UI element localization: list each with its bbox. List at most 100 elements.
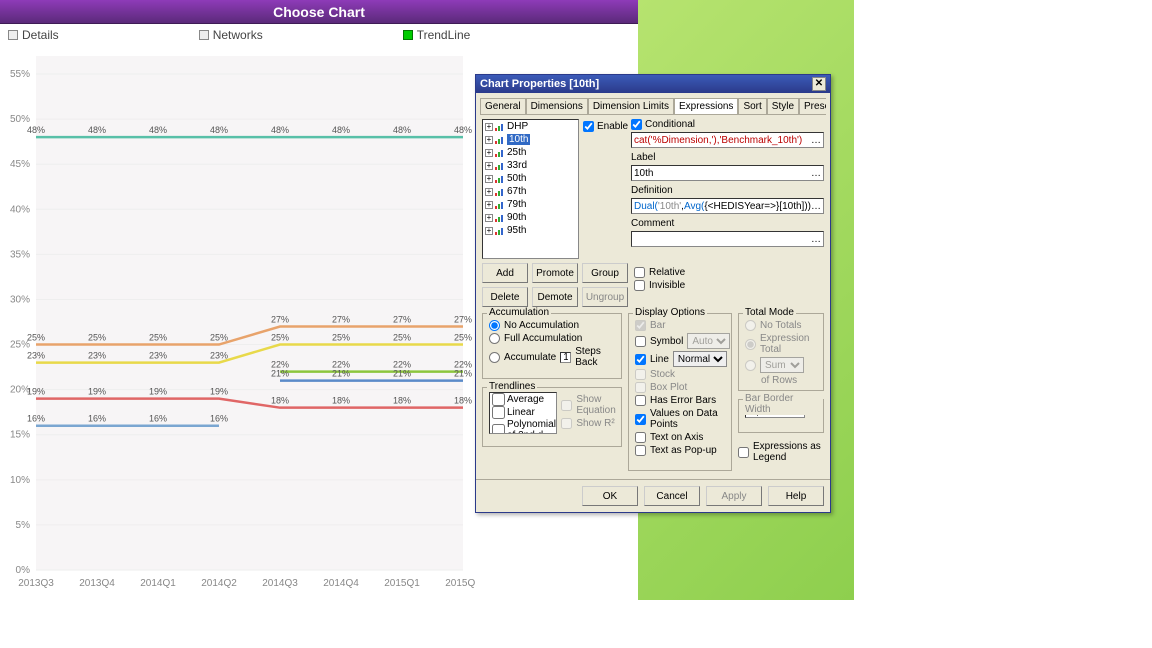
tab-box-icon (8, 30, 18, 40)
svg-text:23%: 23% (27, 351, 45, 361)
line-checkbox[interactable]: Line Normal (635, 351, 727, 367)
svg-text:16%: 16% (149, 414, 167, 424)
label-input[interactable]: 10th… (631, 165, 824, 181)
add-button[interactable]: Add (482, 263, 528, 283)
trendline-option[interactable]: Average (490, 393, 556, 406)
text-as-popup-checkbox[interactable]: Text as Pop-up (635, 445, 727, 456)
ungroup-button[interactable]: Ungroup (582, 287, 628, 307)
svg-text:48%: 48% (210, 125, 228, 135)
box-plot-checkbox: Box Plot (635, 382, 727, 393)
svg-text:25%: 25% (88, 333, 106, 343)
symbol-checkbox[interactable]: Symbol Auto (635, 333, 727, 349)
values-on-data-points-checkbox[interactable]: Values on Data Points (635, 408, 727, 430)
svg-text:50%: 50% (10, 114, 30, 125)
expand-icon[interactable]: + (485, 201, 493, 209)
expression-item[interactable]: +90th (483, 211, 578, 224)
text-on-axis-checkbox[interactable]: Text on Axis (635, 432, 727, 443)
expressions-as-legend-checkbox[interactable]: Expressions as Legend (738, 441, 824, 463)
dialog-tab-expressions[interactable]: Expressions (674, 98, 738, 115)
tab-trendline[interactable]: TrendLine (403, 28, 471, 42)
expand-icon[interactable]: + (485, 149, 493, 157)
has-error-bars-checkbox[interactable]: Has Error Bars (635, 395, 727, 406)
demote-button[interactable]: Demote (532, 287, 578, 307)
chart-properties-dialog: Chart Properties [10th] ✕ GeneralDimensi… (475, 74, 831, 513)
tab-networks[interactable]: Networks (199, 28, 263, 42)
svg-text:27%: 27% (332, 315, 350, 325)
promote-button[interactable]: Promote (532, 263, 578, 283)
expand-icon[interactable]: + (485, 188, 493, 196)
dialog-tab-style[interactable]: Style (767, 98, 799, 114)
svg-text:2014Q3: 2014Q3 (262, 578, 298, 589)
dialog-titlebar[interactable]: Chart Properties [10th] ✕ (476, 75, 830, 93)
expression-item[interactable]: +79th (483, 198, 578, 211)
dialog-tab-general[interactable]: General (480, 98, 526, 114)
svg-text:16%: 16% (88, 414, 106, 424)
cancel-button[interactable]: Cancel (644, 486, 700, 506)
help-button[interactable]: Help (768, 486, 824, 506)
expand-icon[interactable]: + (485, 162, 493, 170)
dialog-footer: OK Cancel Apply Help (476, 479, 830, 512)
expression-item[interactable]: +25th (483, 146, 578, 159)
full-accumulation-radio[interactable]: Full Accumulation (489, 333, 617, 344)
no-accumulation-radio[interactable]: No Accumulation (489, 320, 617, 331)
tab-details[interactable]: Details (8, 28, 59, 42)
expand-icon[interactable]: + (485, 123, 493, 131)
trendlines-group: Trendlines AverageLinearPolynomial of 2n… (482, 387, 622, 447)
ok-button[interactable]: OK (582, 486, 638, 506)
svg-text:40%: 40% (10, 204, 30, 215)
trendline-option[interactable]: Polynomial of 2nd d… (490, 419, 556, 434)
close-icon[interactable]: ✕ (812, 77, 826, 91)
chart-mini-icon (495, 175, 505, 183)
expand-icon[interactable]: + (485, 136, 493, 144)
svg-text:25%: 25% (454, 333, 472, 343)
tab-label: TrendLine (417, 28, 471, 42)
relative-checkbox[interactable]: Relative (634, 267, 685, 278)
svg-text:48%: 48% (27, 125, 45, 135)
invisible-checkbox[interactable]: Invisible (634, 280, 685, 291)
expression-list[interactable]: +DHP+10th+25th+33rd+50th+67th+79th+90th+… (482, 119, 579, 259)
dialog-tab-dimensions[interactable]: Dimensions (526, 98, 588, 114)
svg-text:27%: 27% (393, 315, 411, 325)
expression-item[interactable]: +DHP (483, 120, 578, 133)
svg-text:19%: 19% (149, 387, 167, 397)
no-totals-radio: No Totals (745, 320, 819, 331)
apply-button[interactable]: Apply (706, 486, 762, 506)
svg-text:27%: 27% (271, 315, 289, 325)
svg-text:16%: 16% (27, 414, 45, 424)
svg-text:21%: 21% (454, 369, 472, 379)
line-select[interactable]: Normal (673, 351, 727, 367)
chart-mini-icon (495, 123, 505, 131)
symbol-select[interactable]: Auto (687, 333, 730, 349)
delete-button[interactable]: Delete (482, 287, 528, 307)
chart-mini-icon (495, 136, 505, 144)
trendline-option[interactable]: Linear (490, 406, 556, 419)
conditional-checkbox[interactable]: Conditional (631, 119, 824, 130)
steps-back-input[interactable] (560, 352, 571, 363)
dialog-tab-dimension-limits[interactable]: Dimension Limits (588, 98, 674, 114)
bar-checkbox: Bar (635, 320, 727, 331)
expression-item[interactable]: +67th (483, 185, 578, 198)
svg-text:5%: 5% (16, 520, 31, 531)
expression-item[interactable]: +33rd (483, 159, 578, 172)
tab-label: Networks (213, 28, 263, 42)
chart-mini-icon (495, 188, 505, 196)
expression-item[interactable]: +10th (483, 133, 578, 146)
group-button[interactable]: Group (582, 263, 628, 283)
svg-text:48%: 48% (393, 125, 411, 135)
expression-item[interactable]: +50th (483, 172, 578, 185)
svg-text:21%: 21% (393, 369, 411, 379)
expand-icon[interactable]: + (485, 214, 493, 222)
conditional-expression-input[interactable]: cat('%Dimension,'),'Benchmark_10th')… (631, 132, 824, 148)
expand-icon[interactable]: + (485, 175, 493, 183)
enable-checkbox[interactable]: Enable (583, 121, 627, 132)
dialog-tab-sort[interactable]: Sort (738, 98, 766, 114)
comment-input[interactable]: … (631, 231, 824, 247)
svg-text:23%: 23% (149, 351, 167, 361)
expression-item[interactable]: +95th (483, 224, 578, 237)
svg-text:25%: 25% (332, 333, 350, 343)
trendline-list[interactable]: AverageLinearPolynomial of 2nd d… (489, 392, 557, 434)
expand-icon[interactable]: + (485, 227, 493, 235)
accumulate-radio[interactable]: Accumulate Steps Back (489, 346, 617, 368)
dialog-tab-presentation[interactable]: Presentation (799, 98, 826, 114)
definition-input[interactable]: Dual('10th',Avg({<HEDISYear=>}[10th]))… (631, 198, 824, 214)
